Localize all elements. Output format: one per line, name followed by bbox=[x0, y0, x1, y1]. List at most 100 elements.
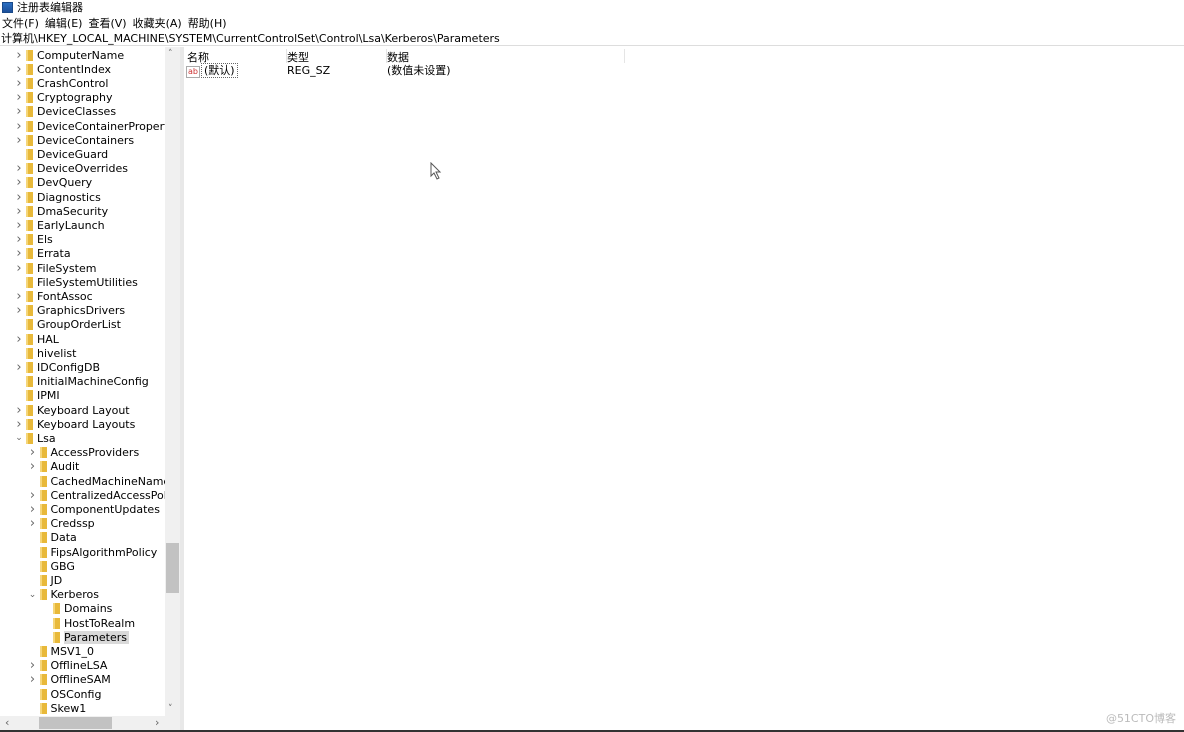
chevron-right-icon[interactable]: › bbox=[14, 246, 24, 261]
tree-item[interactable]: › AccessProviders bbox=[30, 445, 139, 460]
chevron-right-icon[interactable]: › bbox=[14, 119, 24, 134]
scroll-thumb[interactable] bbox=[166, 543, 179, 593]
tree-item[interactable]: › OfflineLSA bbox=[30, 658, 108, 673]
chevron-right-icon[interactable]: › bbox=[14, 90, 24, 105]
column-header-type[interactable]: 类型 bbox=[287, 49, 387, 64]
folder-icon bbox=[26, 134, 33, 146]
tree-item[interactable]: › Keyboard Layouts bbox=[16, 417, 135, 432]
tree-item[interactable]: › GraphicsDrivers bbox=[16, 303, 125, 318]
tree-item[interactable]: › Els bbox=[16, 232, 52, 247]
chevron-right-icon[interactable]: › bbox=[28, 488, 38, 503]
scroll-thumb[interactable] bbox=[39, 717, 112, 729]
chevron-right-icon[interactable]: › bbox=[14, 62, 24, 77]
chevron-right-icon[interactable]: › bbox=[14, 104, 24, 119]
tree-item[interactable]: › EarlyLaunch bbox=[16, 218, 104, 233]
tree-item[interactable]: ⌄ Kerberos bbox=[29, 588, 99, 602]
tree-item[interactable]: › DeviceContainerPropertyU bbox=[16, 119, 180, 134]
chevron-right-icon[interactable]: › bbox=[28, 672, 38, 687]
tree-item[interactable]: › ComputerName bbox=[16, 48, 124, 63]
tree-item[interactable]: › DeviceClasses bbox=[16, 104, 116, 119]
tree-item[interactable]: hivelist bbox=[26, 346, 76, 360]
tree-item[interactable]: › DmaSecurity bbox=[16, 204, 108, 219]
tree-item[interactable]: › DeviceContainers bbox=[16, 133, 134, 148]
chevron-right-icon[interactable]: › bbox=[14, 232, 24, 247]
tree-vertical-scrollbar[interactable]: ˄ ˅ bbox=[165, 47, 180, 716]
tree-item[interactable]: FipsAlgorithmPolicy bbox=[39, 545, 157, 559]
tree-item[interactable]: InitialMachineConfig bbox=[26, 375, 149, 389]
tree-item[interactable]: › ContentIndex bbox=[16, 62, 111, 77]
chevron-right-icon[interactable]: › bbox=[14, 133, 24, 148]
chevron-down-icon[interactable]: ⌄ bbox=[14, 433, 24, 443]
tree-item[interactable]: › FileSystem bbox=[16, 261, 96, 276]
chevron-right-icon[interactable]: › bbox=[14, 332, 24, 347]
tree-item[interactable]: JD bbox=[39, 573, 62, 587]
folder-icon bbox=[26, 418, 33, 430]
chevron-right-icon[interactable]: › bbox=[14, 161, 24, 176]
tree-item[interactable]: Skew1 bbox=[39, 701, 86, 715]
tree-item[interactable]: › HAL bbox=[16, 332, 59, 347]
folder-icon bbox=[26, 404, 33, 416]
address-bar[interactable]: 计算机\HKEY_LOCAL_MACHINE\SYSTEM\CurrentCon… bbox=[0, 31, 1184, 46]
tree-item[interactable]: › OfflineSAM bbox=[30, 672, 111, 687]
folder-icon bbox=[26, 92, 33, 104]
tree-item[interactable]: ⌄ Lsa bbox=[15, 431, 55, 445]
tree-item[interactable]: › ComponentUpdates bbox=[30, 502, 160, 517]
tree-item[interactable]: MSV1_0 bbox=[39, 644, 94, 658]
chevron-right-icon[interactable]: › bbox=[14, 360, 24, 375]
menu-view[interactable]: 查看(V) bbox=[88, 15, 126, 31]
chevron-right-icon[interactable]: › bbox=[14, 218, 24, 233]
tree-item[interactable]: DeviceGuard bbox=[26, 147, 108, 161]
tree-item[interactable]: › CrashControl bbox=[16, 76, 108, 91]
chevron-right-icon[interactable]: › bbox=[14, 403, 24, 418]
chevron-right-icon[interactable]: › bbox=[28, 516, 38, 531]
tree-item[interactable]: OSConfig bbox=[39, 687, 102, 701]
chevron-right-icon[interactable]: › bbox=[14, 289, 24, 304]
tree-item[interactable]: › DeviceOverrides bbox=[16, 161, 128, 176]
tree-item[interactable]: › DevQuery bbox=[16, 175, 92, 190]
scroll-up-icon[interactable]: ˄ bbox=[168, 49, 173, 59]
chevron-right-icon[interactable]: › bbox=[14, 417, 24, 432]
tree-item[interactable]: › Cryptography bbox=[16, 90, 112, 105]
tree-item[interactable]: CachedMachineNames bbox=[39, 474, 176, 488]
tree-item[interactable]: IPMI bbox=[26, 389, 60, 403]
chevron-right-icon[interactable]: › bbox=[28, 459, 38, 474]
column-header-name[interactable]: 名称 bbox=[187, 49, 287, 64]
chevron-right-icon[interactable]: › bbox=[28, 445, 38, 460]
tree-item[interactable]: › CentralizedAccessPolici bbox=[30, 488, 179, 503]
tree-item[interactable]: Data bbox=[39, 531, 77, 545]
tree-item[interactable]: › Diagnostics bbox=[16, 190, 100, 205]
tree-item[interactable]: › Credssp bbox=[30, 516, 95, 531]
tree-item[interactable]: › Errata bbox=[16, 246, 70, 261]
scroll-right-icon[interactable]: › bbox=[155, 716, 159, 729]
chevron-right-icon[interactable]: › bbox=[14, 303, 24, 318]
chevron-right-icon[interactable]: › bbox=[14, 48, 24, 63]
menu-favorites[interactable]: 收藏夹(A) bbox=[133, 15, 182, 31]
tree-item[interactable]: Parameters bbox=[53, 630, 129, 644]
tree-item[interactable]: GBG bbox=[39, 559, 75, 573]
chevron-right-icon[interactable]: › bbox=[14, 204, 24, 219]
tree-item[interactable]: › FontAssoc bbox=[16, 289, 92, 304]
tree-item[interactable]: Domains bbox=[53, 602, 112, 616]
tree-horizontal-scrollbar[interactable]: ‹ › bbox=[0, 716, 180, 730]
scroll-down-icon[interactable]: ˅ bbox=[168, 704, 173, 714]
chevron-right-icon[interactable]: › bbox=[28, 502, 38, 517]
chevron-right-icon[interactable]: › bbox=[14, 175, 24, 190]
menu-edit[interactable]: 编辑(E) bbox=[45, 15, 83, 31]
tree-item[interactable]: › IDConfigDB bbox=[16, 360, 100, 375]
menu-help[interactable]: 帮助(H) bbox=[188, 15, 227, 31]
menu-file[interactable]: 文件(F) bbox=[2, 15, 39, 31]
chevron-right-icon[interactable]: › bbox=[14, 190, 24, 205]
tree-item[interactable]: GroupOrderList bbox=[26, 318, 121, 332]
tree-item-label: OSConfig bbox=[50, 687, 102, 701]
tree-item[interactable]: › Keyboard Layout bbox=[16, 403, 129, 418]
chevron-down-icon[interactable]: ⌄ bbox=[28, 590, 38, 600]
chevron-right-icon[interactable]: › bbox=[28, 658, 38, 673]
tree-item[interactable]: › Audit bbox=[30, 459, 79, 474]
column-header-data[interactable]: 数据 bbox=[387, 49, 625, 64]
chevron-right-icon[interactable]: › bbox=[14, 76, 24, 91]
window-title: 注册表编辑器 bbox=[17, 1, 83, 14]
tree-item[interactable]: FileSystemUtilities bbox=[26, 275, 138, 289]
tree-item[interactable]: HostToRealm bbox=[53, 616, 135, 630]
scroll-left-icon[interactable]: ‹ bbox=[5, 716, 9, 729]
chevron-right-icon[interactable]: › bbox=[14, 261, 24, 276]
